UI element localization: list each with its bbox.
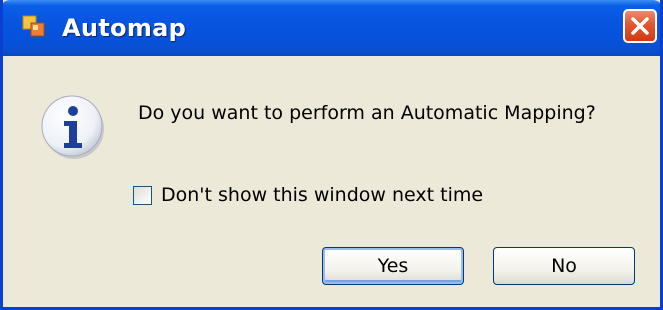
close-button[interactable] (623, 9, 657, 43)
dialog-window: Automap Do you want to perform an Automa… (0, 0, 663, 310)
dont-show-again-label[interactable]: Don't show this window next time (161, 184, 483, 206)
automap-app-icon (22, 14, 48, 40)
dialog-message: Do you want to perform an Automatic Mapp… (138, 102, 596, 124)
no-button[interactable]: No (493, 247, 635, 285)
dialog-body: Do you want to perform an Automatic Mapp… (3, 56, 660, 307)
yes-button[interactable]: Yes (322, 247, 464, 285)
dont-show-again-checkbox[interactable] (133, 185, 152, 205)
dont-show-again-option[interactable]: Don't show this window next time (133, 182, 483, 208)
title-bar[interactable]: Automap (3, 0, 660, 56)
close-icon (631, 17, 649, 35)
window-title: Automap (62, 14, 187, 42)
info-icon (40, 94, 106, 160)
